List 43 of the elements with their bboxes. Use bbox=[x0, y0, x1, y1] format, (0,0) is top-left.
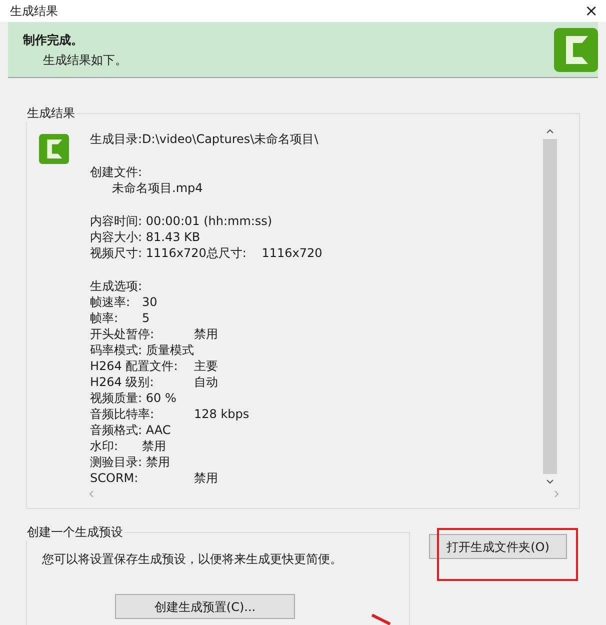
banner-subtitle: 生成结果如下。 bbox=[42, 52, 127, 68]
app-logo-icon bbox=[39, 134, 69, 164]
result-line: 测验目录: 禁用 bbox=[90, 454, 170, 471]
close-button[interactable]: × bbox=[584, 3, 598, 19]
result-line: 生成选项: bbox=[90, 278, 142, 295]
option-value: 禁用 bbox=[142, 438, 166, 455]
option-label: 开头处暂停: bbox=[90, 326, 156, 343]
option-label: 音频比特率: bbox=[90, 406, 156, 423]
scroll-down-icon[interactable] bbox=[546, 479, 554, 484]
option-value: 主要 bbox=[194, 358, 218, 375]
scroll-left-icon[interactable] bbox=[89, 490, 94, 498]
option-label: H264 配置文件: bbox=[90, 358, 179, 375]
scroll-up-icon[interactable] bbox=[546, 129, 554, 134]
option-value: 禁用 bbox=[194, 326, 218, 343]
result-line: 创建文件: bbox=[90, 164, 142, 181]
window-title: 生成结果 bbox=[10, 3, 58, 20]
option-value: 自动 bbox=[194, 374, 218, 391]
banner-title: 制作完成。 bbox=[23, 32, 84, 48]
preset-description: 您可以将设置保存生成预设，以便将来生成更快更简便。 bbox=[42, 551, 342, 568]
option-label: 水印: bbox=[90, 438, 120, 455]
create-preset-button[interactable]: 创建生成预置(C)... bbox=[115, 594, 295, 619]
result-line: 内容大小: 81.43 KB bbox=[90, 229, 200, 246]
open-folder-button[interactable]: 打开生成文件夹(O) bbox=[429, 534, 567, 559]
result-line: 视频尺寸: 1116x720总尺寸: 1116x720 bbox=[90, 245, 322, 262]
group-legend: 生成结果 bbox=[25, 104, 77, 122]
result-line: 视频质量: 60 % bbox=[90, 390, 176, 407]
option-value: 128 kbps bbox=[194, 406, 250, 423]
option-label: H264 级别: bbox=[90, 374, 155, 391]
app-logo-icon bbox=[554, 28, 598, 72]
result-line: 音频格式: AAC bbox=[90, 422, 171, 439]
result-line: 内容时间: 00:00:01 (hh:mm:ss) bbox=[90, 213, 272, 230]
option-value: 禁用 bbox=[194, 470, 218, 487]
option-value: 30 bbox=[142, 294, 158, 311]
option-label: 帧率: bbox=[90, 310, 120, 327]
result-line: 码率模式: 质量模式 bbox=[90, 342, 194, 359]
scrollbar-thumb[interactable] bbox=[543, 139, 557, 474]
option-label: SCORM: bbox=[90, 470, 140, 487]
scroll-right-icon[interactable] bbox=[554, 490, 559, 498]
option-value: 5 bbox=[142, 310, 150, 327]
result-line: 未命名项目.mp4 bbox=[111, 180, 203, 197]
group-legend: 创建一个生成预设 bbox=[25, 523, 125, 541]
result-line: 生成目录:D:\video\Captures\未命名项目\ bbox=[90, 131, 318, 148]
option-label: 帧速率: bbox=[90, 294, 132, 311]
